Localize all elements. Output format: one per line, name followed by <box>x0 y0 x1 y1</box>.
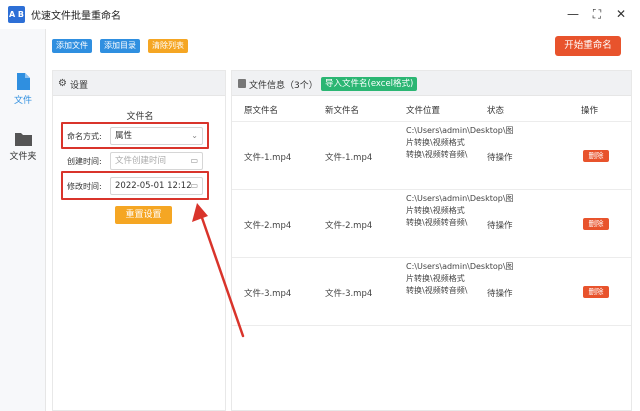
document-icon <box>238 79 246 88</box>
table-row[interactable]: 文件-3.mp4 文件-3.mp4 C:\Users\admin\Desktop… <box>232 258 631 326</box>
sidebar-item-folder[interactable]: 文件夹 <box>0 132 46 162</box>
reset-settings-button[interactable]: 重置设置 <box>115 206 172 224</box>
file-path: C:\Users\admin\Desktop\图片转换\视频格式转换\视频转音频… <box>406 126 514 159</box>
file-path: C:\Users\admin\Desktop\图片转换\视频格式转换\视频转音频… <box>406 194 514 227</box>
status-text: 待操作 <box>487 289 513 299</box>
delete-button[interactable]: 删除 <box>583 150 609 162</box>
naming-mode-select[interactable]: 属性 ⌄ <box>110 127 203 145</box>
section-title: 文件名 <box>126 112 154 122</box>
settings-title: 设置 <box>70 81 89 91</box>
app-logo-icon: A B <box>8 6 25 23</box>
created-time-label: 创建时间: <box>67 157 102 166</box>
sidebar-item-file[interactable]: 文件 <box>0 73 46 106</box>
clear-list-button[interactable]: 清除列表 <box>148 39 188 53</box>
new-filename: 文件-2.mp4 <box>325 221 373 231</box>
file-icon <box>17 73 30 90</box>
folder-icon <box>14 133 32 146</box>
modified-time-label: 修改时间: <box>67 182 102 191</box>
column-header: 操作 <box>581 106 599 116</box>
settings-header: ⚙ 设置 <box>53 71 225 96</box>
column-header: 状态 <box>487 106 505 116</box>
chevron-down-icon: ⌄ <box>191 131 198 140</box>
created-time-placeholder: 文件创建时间 <box>115 156 167 166</box>
original-filename: 文件-2.mp4 <box>244 221 292 231</box>
maximize-icon[interactable]: ⛶ <box>588 5 606 23</box>
naming-mode-label: 命名方式: <box>67 132 102 141</box>
table-header: 原文件名 新文件名 文件位置 状态 操作 <box>232 96 631 122</box>
import-excel-button[interactable]: 导入文件名(excel格式) <box>321 77 418 91</box>
delete-button[interactable]: 删除 <box>583 218 609 230</box>
settings-panel: ⚙ 设置 文件名 命名方式: 属性 ⌄ 创建时间: 文件创建时间 ▭ 修改时间:… <box>52 70 226 411</box>
new-filename: 文件-1.mp4 <box>325 153 373 163</box>
delete-button[interactable]: 删除 <box>583 286 609 298</box>
modified-time-input[interactable]: 2022-05-01 12:12 ▭ <box>110 177 203 195</box>
add-file-button[interactable]: 添加文件 <box>52 39 92 53</box>
start-rename-button[interactable]: 开始重命名 <box>555 36 621 56</box>
new-filename: 文件-3.mp4 <box>325 289 373 299</box>
original-filename: 文件-1.mp4 <box>244 153 292 163</box>
toolbar: 添加文件 添加目录 清除列表 <box>46 29 640 63</box>
sidebar-item-label: 文件 <box>13 96 32 106</box>
add-directory-button[interactable]: 添加目录 <box>100 39 140 53</box>
created-time-input[interactable]: 文件创建时间 ▭ <box>110 152 203 170</box>
close-icon[interactable]: ✕ <box>612 5 630 23</box>
file-info-header: 文件信息（3个） 导入文件名(excel格式) <box>232 71 631 96</box>
table-row[interactable]: 文件-1.mp4 文件-1.mp4 C:\Users\admin\Desktop… <box>232 122 631 190</box>
file-path: C:\Users\admin\Desktop\图片转换\视频格式转换\视频转音频… <box>406 262 514 295</box>
status-text: 待操作 <box>487 153 513 163</box>
modified-time-value: 2022-05-01 12:12 <box>115 181 192 191</box>
calendar-icon: ▭ <box>190 156 198 165</box>
minimize-icon[interactable]: — <box>564 5 582 23</box>
title-bar: A B 优速文件批量重命名 — ⛶ ✕ <box>0 0 640 29</box>
table-row[interactable]: 文件-2.mp4 文件-2.mp4 C:\Users\admin\Desktop… <box>232 190 631 258</box>
sidebar: 文件 文件夹 <box>0 29 46 411</box>
calendar-icon: ▭ <box>190 181 198 190</box>
window-title: 优速文件批量重命名 <box>31 11 121 22</box>
file-info-title: 文件信息（3个） <box>249 81 318 91</box>
column-header: 原文件名 <box>244 106 279 116</box>
sidebar-item-label: 文件夹 <box>9 152 37 162</box>
file-info-panel: 文件信息（3个） 导入文件名(excel格式) 原文件名 新文件名 文件位置 状… <box>231 70 632 411</box>
status-text: 待操作 <box>487 221 513 231</box>
column-header: 新文件名 <box>325 106 360 116</box>
naming-mode-value: 属性 <box>115 131 133 141</box>
original-filename: 文件-3.mp4 <box>244 289 292 299</box>
column-header: 文件位置 <box>406 106 441 116</box>
gear-icon: ⚙ <box>58 78 67 89</box>
